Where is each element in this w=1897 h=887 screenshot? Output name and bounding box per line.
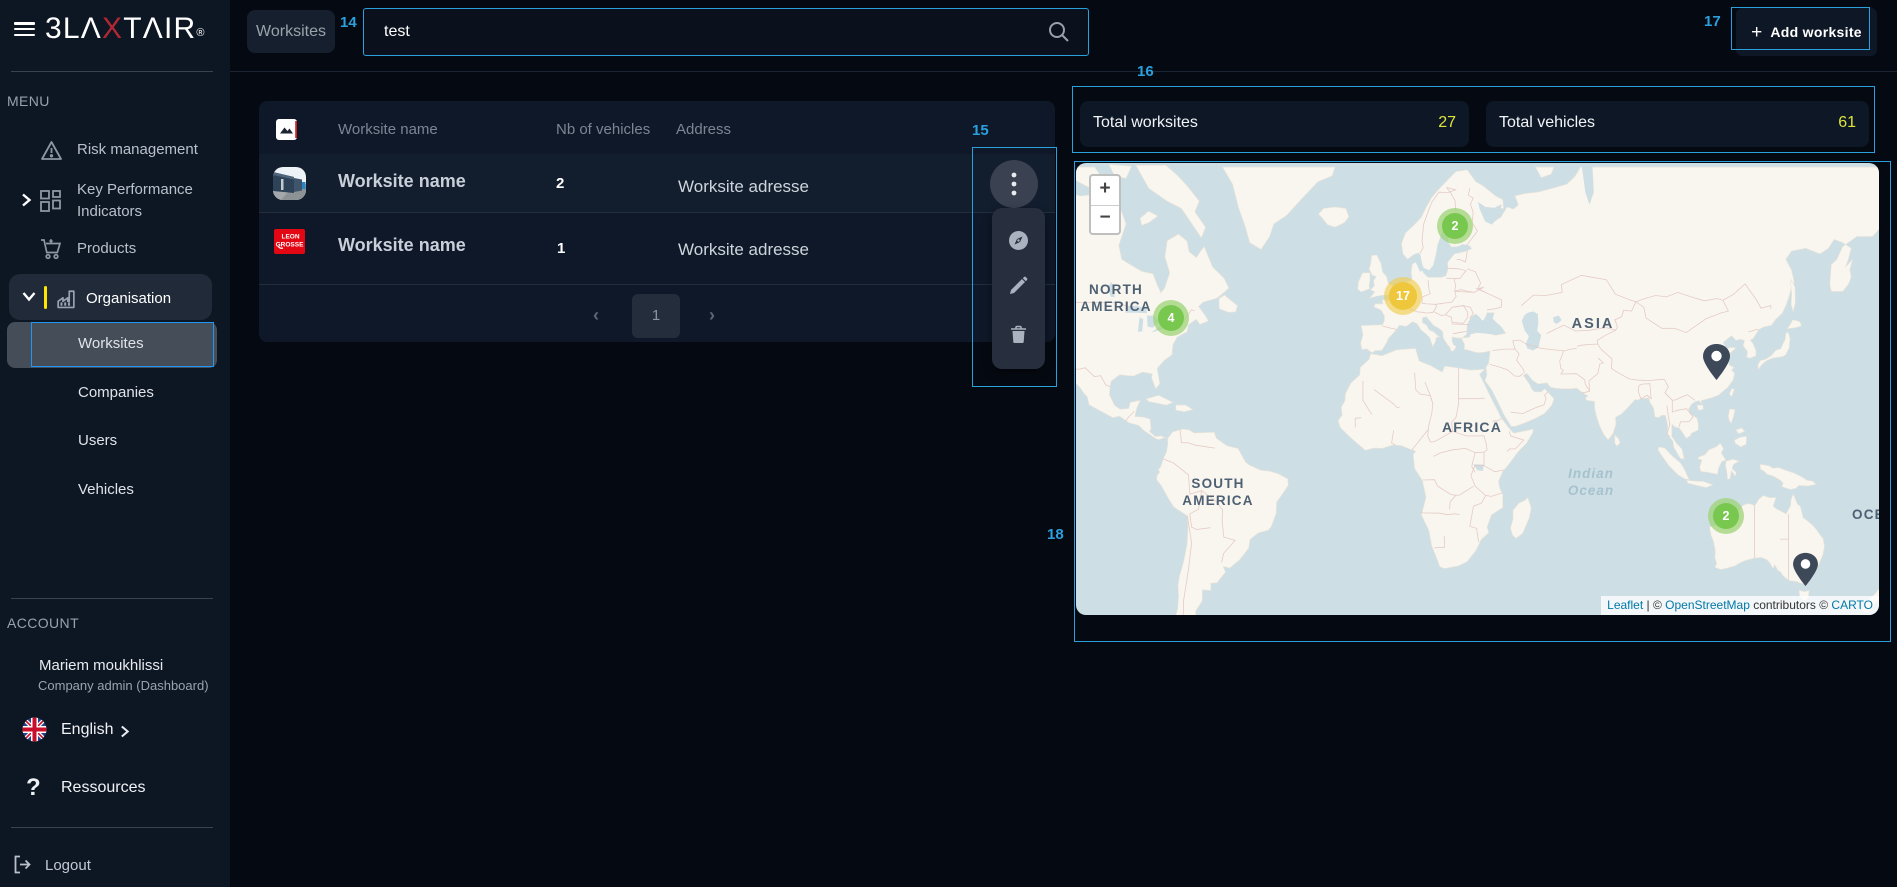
- svg-text:LEON: LEON: [281, 234, 299, 241]
